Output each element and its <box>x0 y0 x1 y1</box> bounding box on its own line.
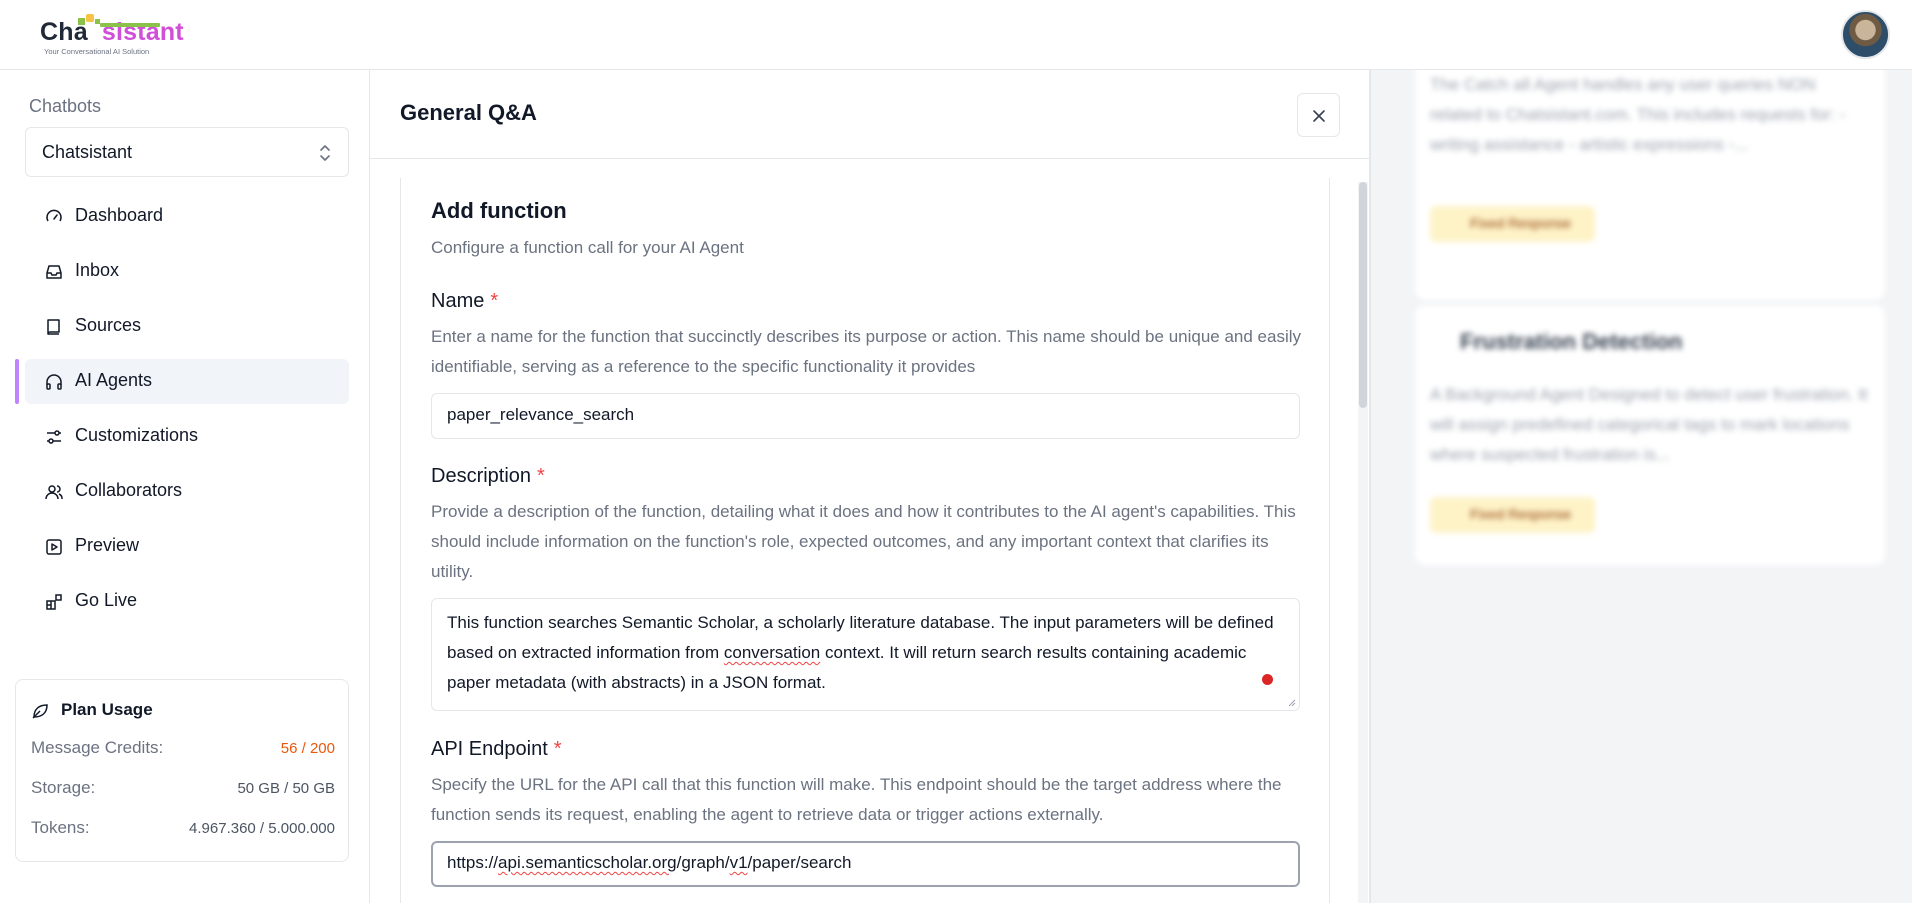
agent-card-badge-label: Fixed Response <box>1470 506 1572 522</box>
background-agent-list: The Catch all Agent handles any user que… <box>1370 70 1912 903</box>
sidebar-item-preview[interactable]: Preview <box>25 524 349 569</box>
sidebar-heading: Chatbots <box>29 96 102 116</box>
sidebar-item-sources[interactable]: Sources <box>25 304 349 349</box>
sidebar-item-label: Preview <box>75 535 140 555</box>
sidebar-item-dashboard[interactable]: Dashboard <box>25 194 349 239</box>
description-textarea[interactable]: This function searches Semantic Scholar,… <box>431 598 1300 711</box>
agent-card-catch-all: The Catch all Agent handles any user que… <box>1415 70 1885 300</box>
sidebar-item-ai-agents[interactable]: AI Agents <box>15 359 349 404</box>
sidebar-item-label: Dashboard <box>75 205 164 225</box>
agent-card-description: A Background Agent Designed to detect us… <box>1430 385 1868 464</box>
close-icon <box>1313 110 1325 122</box>
agent-card-description: The Catch all Agent handles any user que… <box>1430 75 1846 154</box>
form-subtitle: Configure a function call for your AI Ag… <box>431 238 744 257</box>
name-label: Name * <box>431 290 499 312</box>
user-avatar[interactable] <box>1841 10 1890 59</box>
agent-card-badge: Fixed Response <box>1430 497 1595 533</box>
top-bar: Cha sistant Your Conversational AI Soluti… <box>0 0 1912 70</box>
blocks-icon <box>46 594 62 610</box>
agent-card-badge: Fixed Response <box>1430 206 1595 242</box>
sidebar-item-label: Sources <box>75 315 142 335</box>
sidebar-item-customizations[interactable]: Customizations <box>25 414 349 459</box>
logo[interactable]: Cha sistant Your Conversational AI Soluti… <box>40 12 190 56</box>
chatbot-select-value: Chatsistant <box>42 142 133 162</box>
plan-row-value: 50 GB / 50 GB <box>237 780 335 797</box>
sidebar-item-go-live[interactable]: Go Live <box>25 579 349 624</box>
users-icon <box>45 485 63 500</box>
panel-title: General Q&A <box>400 100 537 125</box>
name-help-text: Enter a name for the function that succi… <box>431 327 1302 376</box>
plan-usage-card: Plan Usage Message Credits: 56 / 200 Sto… <box>15 679 349 862</box>
book-icon <box>47 319 60 335</box>
form-title: Add function <box>431 198 567 223</box>
play-square-icon <box>46 539 62 555</box>
agent-card-title: Frustration Detection <box>1460 329 1683 354</box>
sidebar-item-label: Collaborators <box>75 480 183 500</box>
add-function-form: Add function Configure a function call f… <box>400 178 1330 903</box>
api-endpoint-input[interactable]: https://api.semanticscholar.org/graph/v1… <box>431 841 1300 887</box>
gauge-icon <box>46 209 62 222</box>
description-label: Description * <box>431 465 545 487</box>
sidebar-nav: Dashboard Inbox Sources AI Agents Custom… <box>15 194 349 634</box>
panel-scrollbar[interactable] <box>1358 182 1368 903</box>
api-endpoint-label: API Endpoint * <box>431 738 562 760</box>
leaf-icon <box>32 704 48 719</box>
agent-card-badge-label: Fixed Response <box>1470 215 1572 231</box>
plan-row-value: 4.967.360 / 5.000.000 <box>189 820 335 837</box>
close-button[interactable] <box>1297 93 1340 137</box>
recording-indicator <box>1262 674 1273 685</box>
plan-row-storage: Storage: 50 GB / 50 GB <box>31 778 335 802</box>
chevrons-up-down-icon <box>320 145 330 161</box>
plan-row-key: Tokens: <box>31 818 90 837</box>
required-marker: * <box>490 290 499 312</box>
plan-row-value: 56 / 200 <box>280 740 335 757</box>
chatbot-select[interactable]: Chatsistant <box>25 127 349 177</box>
sliders-icon <box>47 430 61 444</box>
plan-row-message-credits: Message Credits: 56 / 200 <box>31 738 335 762</box>
resize-handle-icon[interactable] <box>1288 699 1296 707</box>
scrollbar-thumb[interactable] <box>1359 182 1367 408</box>
panel-header: General Q&A <box>370 70 1370 159</box>
required-marker: * <box>537 465 545 487</box>
sidebar-item-label: Go Live <box>75 590 138 610</box>
sidebar-item-label: AI Agents <box>75 370 153 390</box>
inbox-icon <box>46 265 62 279</box>
api-endpoint-help-text: Specify the URL for the API call that th… <box>431 775 1282 824</box>
description-help-text: Provide a description of the function, d… <box>431 502 1296 581</box>
plan-row-key: Message Credits: <box>31 738 164 757</box>
general-qa-panel: General Q&A Add function Configure a fun… <box>370 70 1370 903</box>
plan-row-key: Storage: <box>31 778 96 797</box>
robot-logo-icon <box>78 14 160 32</box>
sidebar-item-label: Inbox <box>75 260 120 280</box>
sidebar-item-inbox[interactable]: Inbox <box>25 249 349 294</box>
sidebar-item-collaborators[interactable]: Collaborators <box>25 469 349 514</box>
name-input[interactable]: paper_relevance_search <box>431 393 1300 439</box>
required-marker: * <box>553 738 562 760</box>
plan-usage-title: Plan Usage <box>61 700 153 719</box>
sidebar: Chatbots Chatsistant Dashboard Inbox Sou… <box>0 70 370 903</box>
plan-row-tokens: Tokens: 4.967.360 / 5.000.000 <box>31 818 335 842</box>
agent-card-frustration-detection: Frustration Detection A Background Agent… <box>1415 305 1885 565</box>
sidebar-item-label: Customizations <box>75 425 199 445</box>
logo-tagline: Your Conversational AI Solution <box>44 47 150 56</box>
headphones-icon <box>46 374 62 390</box>
